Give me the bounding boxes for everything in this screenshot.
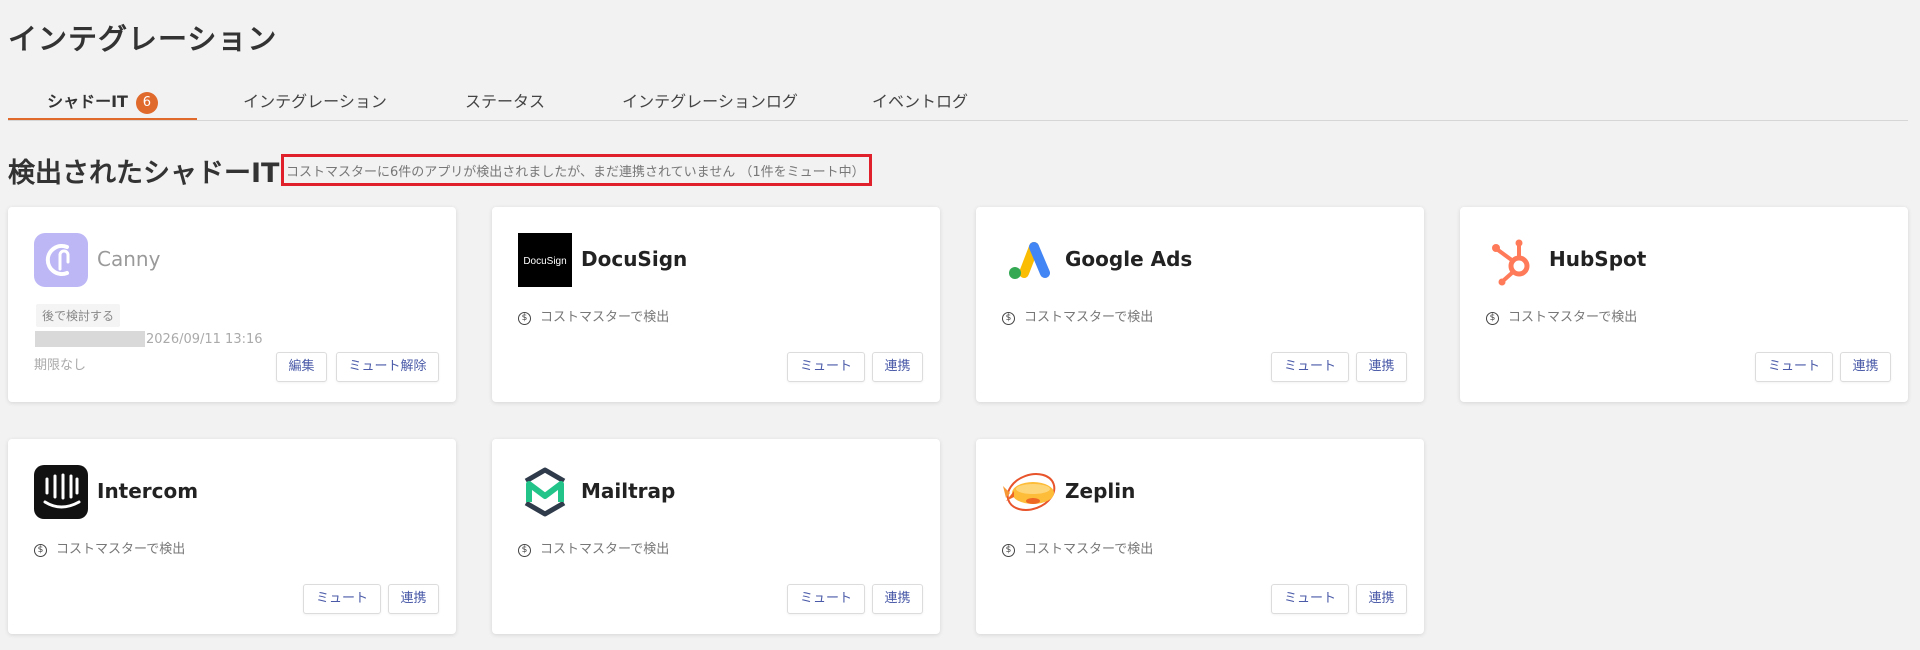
tab-shadow-it[interactable]: シャドーIT 6 [8,88,197,120]
dollar-circle-icon: $ [518,312,531,325]
review-later-tag: 後で検討する [36,304,121,327]
detected-by: $ コストマスターで検出 [1002,306,1153,325]
tab-event-log[interactable]: イベントログ [865,88,975,120]
detected-by: $ コストマスターで検出 [518,538,669,557]
section-subtitle: コストマスターに6件のアプリが検出されましたが、まだ連携されていません （1件を… [281,154,872,186]
tab-status[interactable]: ステータス [455,88,555,120]
docusign-logo-icon: DocuSign [518,233,572,287]
mute-button[interactable]: ミュート [1755,352,1833,382]
connect-button[interactable]: 連携 [1356,352,1407,382]
app-name: Google Ads [1065,247,1193,271]
tab-bar: シャドーIT 6 インテグレーション ステータス インテグレーションログ イベント… [8,80,1908,121]
svg-text:DocuSign: DocuSign [523,256,566,267]
expiry-text: 期限なし [34,358,87,373]
unmute-button[interactable]: ミュート解除 [336,352,439,382]
dollar-circle-icon: $ [1486,312,1499,325]
dollar-circle-icon: $ [518,544,531,557]
muted-date: 2026/09/11 13:16 [146,332,263,347]
detected-by-label: コストマスターで検出 [540,310,670,325]
detected-by: $ コストマスターで検出 [34,538,185,557]
connect-button[interactable]: 連携 [1840,352,1891,382]
dollar-circle-icon: $ [34,544,47,557]
app-card-intercom: Intercom $ コストマスターで検出 ミュート 連携 [8,439,456,634]
app-card-zeplin: Zeplin $ コストマスターで検出 ミュート 連携 [976,439,1424,634]
tab-count-badge: 6 [135,92,158,114]
app-card-canny: Canny 後で検討する 2026/09/11 13:16 期限なし 編集 ミュ… [8,207,456,402]
detected-by: $ コストマスターで検出 [518,306,669,325]
connect-button[interactable]: 連携 [872,352,923,382]
edit-button[interactable]: 編集 [276,352,327,382]
tab-integration-log[interactable]: インテグレーションログ [615,88,805,120]
app-name: Mailtrap [581,479,676,503]
app-name: HubSpot [1549,247,1647,271]
app-name: DocuSign [581,247,688,271]
hubspot-logo-icon [1486,233,1540,287]
mailtrap-logo-icon [518,465,572,519]
mute-button[interactable]: ミュート [303,584,381,614]
app-name: Zeplin [1065,479,1136,503]
detected-by: $ コストマスターで検出 [1002,538,1153,557]
mute-button[interactable]: ミュート [1271,584,1349,614]
page-title: インテグレーション [8,22,278,56]
google-ads-logo-icon [1002,233,1056,287]
detected-by: $ コストマスターで検出 [1486,306,1637,325]
connect-button[interactable]: 連携 [1356,584,1407,614]
mute-button[interactable]: ミュート [787,584,865,614]
detected-by-label: コストマスターで検出 [540,542,670,557]
tab-label: シャドーIT [47,92,128,111]
connect-button[interactable]: 連携 [388,584,439,614]
detected-by-label: コストマスターで検出 [56,542,186,557]
mute-button[interactable]: ミュート [1271,352,1349,382]
canny-logo-icon [34,233,88,287]
app-card-mailtrap: Mailtrap $ コストマスターで検出 ミュート 連携 [492,439,940,634]
zeplin-logo-icon [1002,465,1056,519]
dollar-circle-icon: $ [1002,312,1015,325]
app-name: Canny [97,247,161,271]
tab-integrations[interactable]: インテグレーション [235,88,395,120]
connect-button[interactable]: 連携 [872,584,923,614]
app-card-docusign: DocuSign DocuSign $ コストマスターで検出 ミュート 連携 [492,207,940,402]
app-card-hubspot: HubSpot $ コストマスターで検出 ミュート 連携 [1460,207,1908,402]
detected-by-label: コストマスターで検出 [1024,310,1154,325]
redacted-user [35,331,145,347]
detected-by-label: コストマスターで検出 [1508,310,1638,325]
intercom-logo-icon [34,465,88,519]
dollar-circle-icon: $ [1002,544,1015,557]
mute-button[interactable]: ミュート [787,352,865,382]
section-title: 検出されたシャドーIT [8,158,280,189]
app-card-google-ads: Google Ads $ コストマスターで検出 ミュート 連携 [976,207,1424,402]
app-name: Intercom [97,479,199,503]
detected-by-label: コストマスターで検出 [1024,542,1154,557]
